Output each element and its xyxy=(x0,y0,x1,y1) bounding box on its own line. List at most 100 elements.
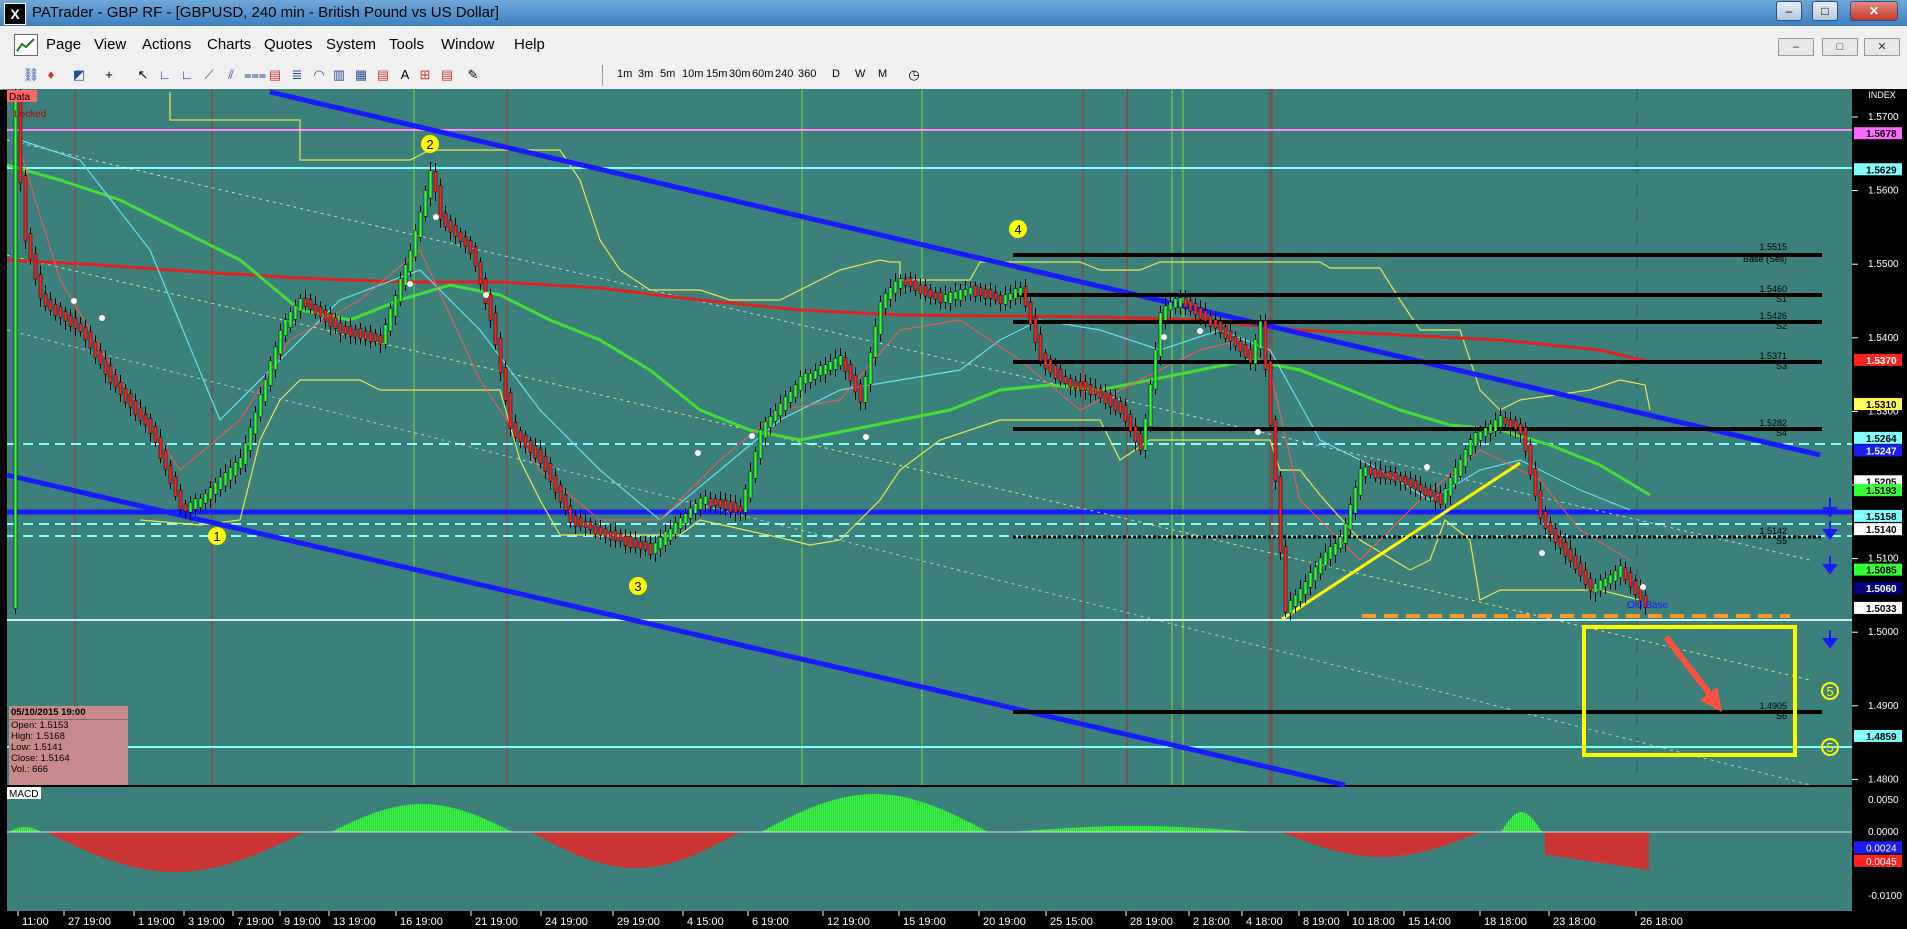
fib-tool-icon[interactable]: ⩶ xyxy=(244,66,266,84)
alert-tool-icon[interactable]: ♦ xyxy=(42,66,60,84)
pointer-icon[interactable]: ↖ xyxy=(134,66,152,84)
pencil-tool-icon[interactable]: ✎ xyxy=(464,66,482,84)
timeframe-60m[interactable]: 60m xyxy=(752,68,773,80)
macd-bar xyxy=(151,832,153,871)
close-button[interactable]: ✕ xyxy=(1850,1,1898,21)
text-tool-icon[interactable]: A xyxy=(396,66,414,84)
price-flag: 1.5629 xyxy=(1854,163,1902,176)
timeframe-240[interactable]: 240 xyxy=(775,68,793,80)
menu-charts[interactable]: Charts xyxy=(207,36,251,53)
menu-tools[interactable]: Tools xyxy=(389,36,424,53)
price-flag: 1.5193 xyxy=(1854,484,1902,497)
timeframe-15m[interactable]: 15m xyxy=(706,68,727,80)
timeframe-1m[interactable]: 1m xyxy=(617,68,632,80)
clock-icon[interactable]: ◷ xyxy=(905,66,923,84)
ohlc-close: Close: 1.5164 xyxy=(11,753,70,764)
macd-bar xyxy=(652,832,654,867)
crosshair-icon[interactable]: + xyxy=(100,66,118,84)
macd-bar xyxy=(436,804,438,832)
menu-quotes[interactable]: Quotes xyxy=(264,36,312,53)
macd-bar xyxy=(804,810,806,832)
timeframe-daily[interactable]: D xyxy=(832,68,840,80)
macd-bar xyxy=(816,805,818,832)
macd-bar xyxy=(1156,826,1158,832)
speed-tool-icon[interactable]: ⊞ xyxy=(416,66,434,84)
macd-bar xyxy=(908,798,910,832)
macd-bar xyxy=(416,804,418,832)
macd-bar xyxy=(428,804,430,832)
svg-text:3: 3 xyxy=(634,579,641,594)
macd-bar xyxy=(866,794,868,832)
macd-bar xyxy=(544,832,546,840)
macd-bar xyxy=(834,799,836,832)
indicator-tool-icon[interactable]: ⛓ xyxy=(22,66,40,84)
date-tick: 27 19:00 xyxy=(68,916,111,928)
macd-bar xyxy=(239,832,241,861)
macd-bar xyxy=(654,832,656,867)
macd-bar xyxy=(550,832,552,843)
minimize-button[interactable]: – xyxy=(1776,1,1802,21)
ellipse-tool-icon[interactable]: ≣ xyxy=(288,66,306,84)
macd-bar xyxy=(1384,832,1386,857)
macd-bar xyxy=(173,832,175,872)
timeframe-3m[interactable]: 3m xyxy=(638,68,653,80)
macd-bar xyxy=(1134,826,1136,832)
timeframe-monthly[interactable]: M xyxy=(878,68,887,80)
menu-page[interactable]: Page xyxy=(46,36,81,53)
macd-bar xyxy=(1398,832,1400,857)
macd-bar xyxy=(546,832,548,841)
macd-bar xyxy=(450,807,452,832)
macd-bar xyxy=(798,812,800,832)
menu-system[interactable]: System xyxy=(326,36,376,53)
pitchfork-tool-icon[interactable]: ▤ xyxy=(374,66,392,84)
macd-bar xyxy=(293,832,295,838)
menu-actions[interactable]: Actions xyxy=(142,36,191,53)
svg-text:1: 1 xyxy=(213,529,220,544)
macd-bar xyxy=(1326,832,1328,849)
arc-tool-icon[interactable]: ◠ xyxy=(310,66,328,84)
macd-bar xyxy=(396,806,398,832)
maximize-button[interactable]: □ xyxy=(1812,1,1838,21)
menu-help[interactable]: Help xyxy=(514,36,545,53)
macd-bar xyxy=(404,805,406,832)
channel-tool-icon[interactable]: ⫽ xyxy=(222,66,240,84)
rect-tool-icon[interactable]: ▤ xyxy=(266,66,284,84)
timeframe-5m[interactable]: 5m xyxy=(660,68,675,80)
macd-bar xyxy=(376,812,378,832)
cycle-tool-icon[interactable]: ▦ xyxy=(352,66,370,84)
timeframe-10m[interactable]: 10m xyxy=(682,68,703,80)
menu-view[interactable]: View xyxy=(94,36,126,53)
macd-bar xyxy=(556,832,558,846)
arrow-tool-icon[interactable]: ▤ xyxy=(438,66,456,84)
macd-bar xyxy=(420,804,422,832)
chart-window-icon[interactable] xyxy=(14,34,38,56)
trendline-tool-icon[interactable]: ⟋ xyxy=(200,66,218,84)
timeframe-360[interactable]: 360 xyxy=(798,68,816,80)
macd-bar xyxy=(255,832,257,855)
timeframe-30m[interactable]: 30m xyxy=(729,68,750,80)
macd-bar xyxy=(1452,832,1454,843)
line-tool-icon[interactable]: ∟ xyxy=(156,66,174,84)
macd-bar xyxy=(1641,832,1643,869)
macd-bar xyxy=(1627,832,1629,867)
price-chart[interactable]: 1 2 3 4 5 5 1.5515 Base (Sell) 1.5460 S1… xyxy=(0,89,1907,929)
macd-bar xyxy=(1314,832,1316,845)
macd-bar xyxy=(494,823,496,832)
macd-bar xyxy=(1332,832,1334,851)
macd-bar xyxy=(149,832,151,871)
mdi-restore-button[interactable]: □ xyxy=(1822,38,1858,56)
macd-bar xyxy=(1330,832,1332,850)
macd-bar xyxy=(680,832,682,860)
chart-type-icon[interactable]: ◩ xyxy=(70,66,88,84)
hline-tool-icon[interactable]: ∟ xyxy=(178,66,196,84)
macd-bar xyxy=(592,832,594,861)
timeframe-weekly[interactable]: W xyxy=(855,68,865,80)
mdi-close-button[interactable]: ✕ xyxy=(1864,38,1900,56)
gann-tool-icon[interactable]: ▥ xyxy=(330,66,348,84)
macd-bar xyxy=(370,814,372,832)
mdi-minimize-button[interactable]: – xyxy=(1778,38,1814,56)
macd-bar xyxy=(1312,832,1314,845)
menu-window[interactable]: Window xyxy=(441,36,494,53)
macd-bar xyxy=(1324,832,1326,848)
macd-bar xyxy=(1136,826,1138,832)
